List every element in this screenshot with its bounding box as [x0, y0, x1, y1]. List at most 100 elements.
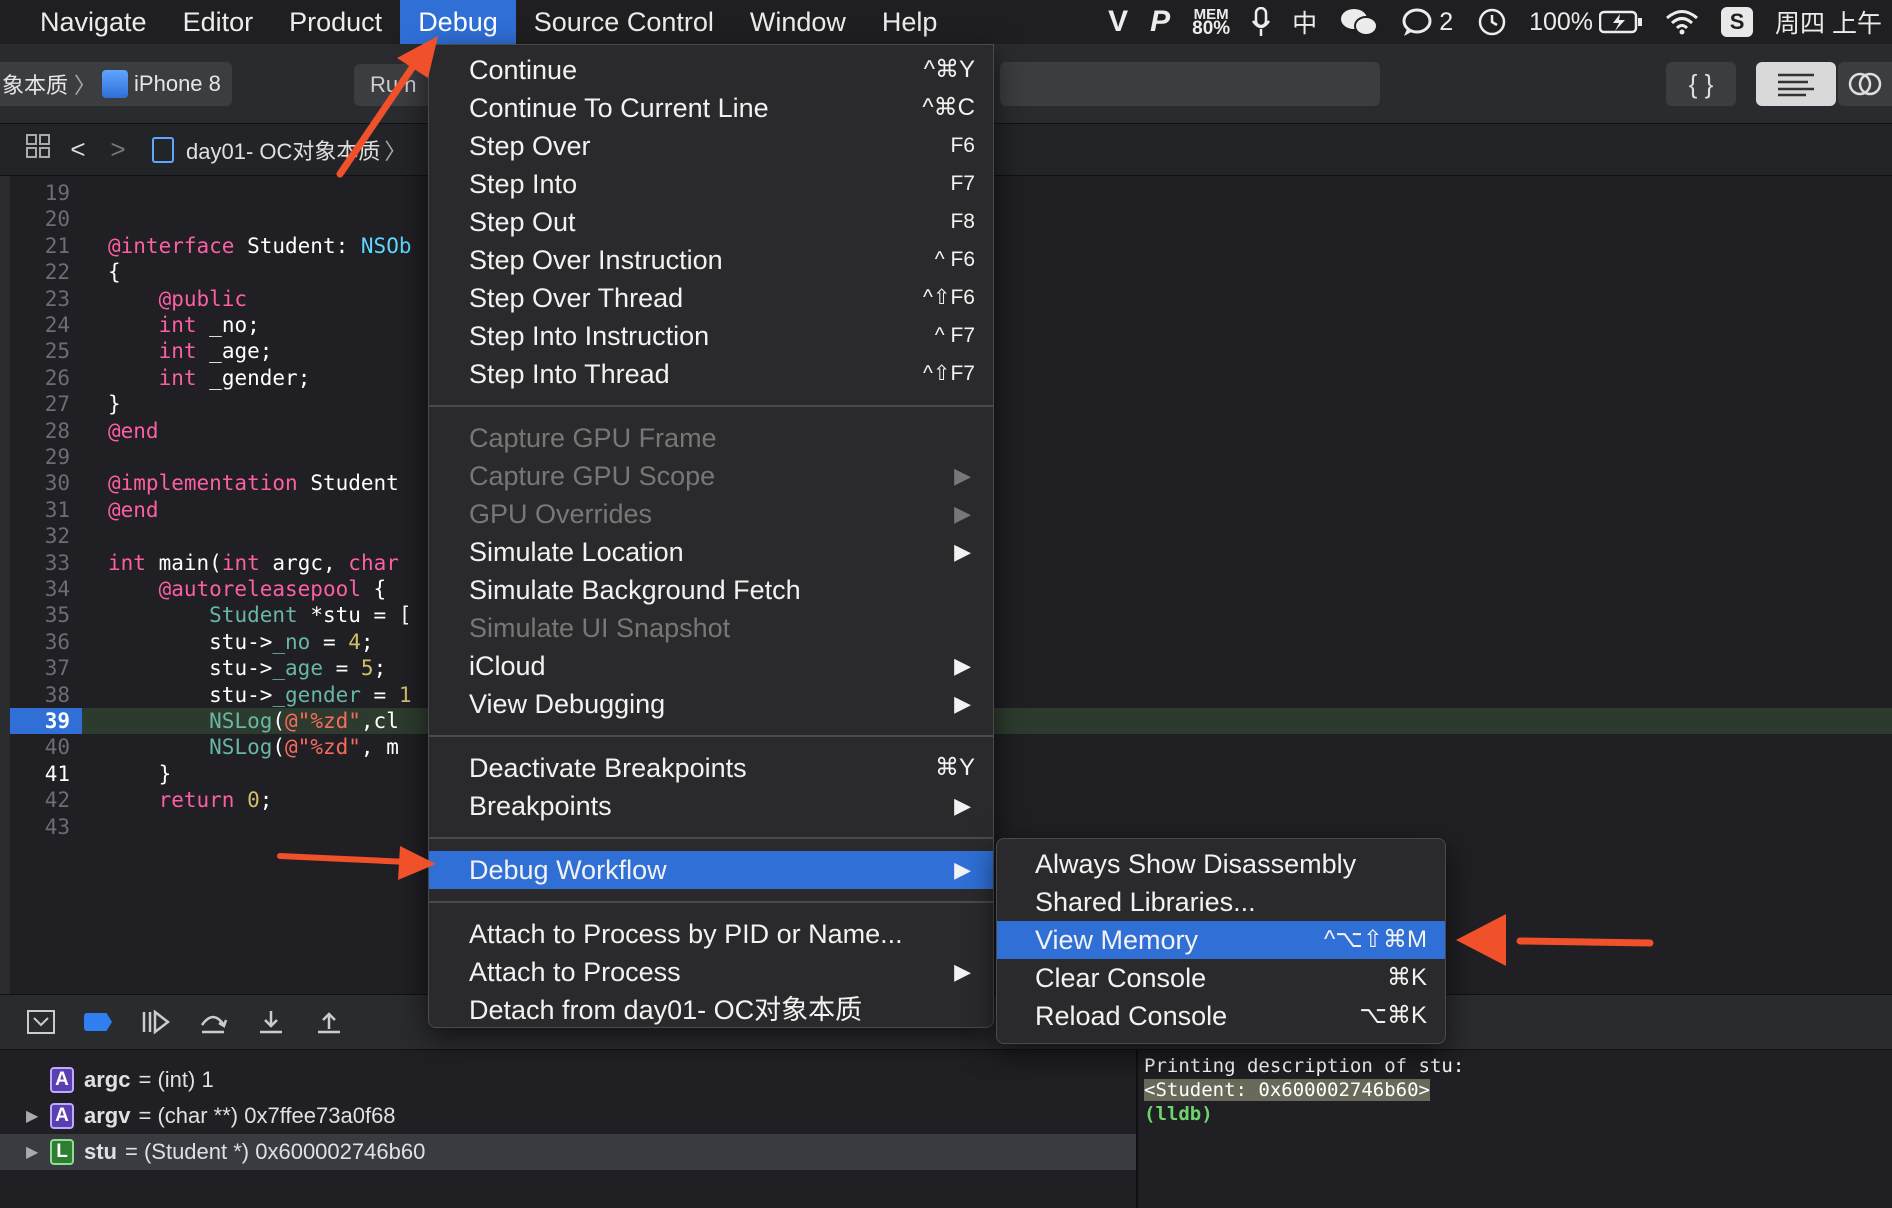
line-number[interactable]: 20 [10, 206, 82, 232]
menu-item-step-out[interactable]: Step Out F8 [429, 203, 993, 241]
menu-item-label: Step Over [469, 131, 591, 161]
line-number[interactable]: 23 [10, 286, 82, 312]
variable-row-argc[interactable]: A argc = (int) 1 [0, 1062, 1136, 1098]
menu-item-simulate-background-fetch[interactable]: Simulate Background Fetch [429, 571, 993, 609]
menu-item-continue[interactable]: Continue ^⌘Y [429, 51, 993, 89]
line-number[interactable]: 24 [10, 312, 82, 338]
input-method-indicator[interactable]: 中 [1292, 4, 1317, 40]
line-number[interactable]: 25 [10, 338, 82, 364]
continue-icon[interactable] [140, 1009, 170, 1035]
line-number[interactable]: 22 [10, 259, 82, 285]
line-number[interactable]: 29 [10, 444, 82, 470]
clock-date[interactable]: 周四 上午 [1775, 4, 1882, 40]
menu-product[interactable]: Product [271, 0, 400, 44]
menu-item-step-over[interactable]: Step Over F6 [429, 127, 993, 165]
menu-item-detach-from-day01-oc[interactable]: Detach from day01- OC对象本质 [429, 991, 993, 1029]
menu-item-step-into-thread[interactable]: Step Into Thread ^⇧F7 [429, 355, 993, 393]
chat-notification[interactable]: 2 [1401, 7, 1453, 37]
console-line: Printing description of stu: [1144, 1055, 1465, 1077]
menu-item-step-over-thread[interactable]: Step Over Thread ^⇧F6 [429, 279, 993, 317]
forward-arrow-icon[interactable]: > [98, 134, 138, 165]
related-items-grid-icon[interactable] [18, 133, 58, 166]
line-number[interactable]: 21 [10, 233, 82, 259]
menu-window[interactable]: Window [732, 0, 864, 44]
menu-item-label: Attach to Process [469, 957, 681, 987]
step-into-icon[interactable] [256, 1009, 286, 1035]
line-number[interactable]: 38 [10, 682, 82, 708]
line-number[interactable]: 31 [10, 497, 82, 523]
menu-item-view-memory[interactable]: View Memory ^⌥⇧⌘M [997, 921, 1445, 959]
variable-row-argv[interactable]: ▶ A argv = (char **) 0x7ffee73a0f68 [0, 1098, 1136, 1134]
hide-debug-area-icon[interactable] [26, 1009, 56, 1035]
menu-item-shortcut: ⌘Y [934, 754, 975, 781]
menu-item-step-over-instruction[interactable]: Step Over Instruction ^ F6 [429, 241, 993, 279]
step-out-icon[interactable] [314, 1009, 344, 1035]
line-number[interactable]: 27 [10, 391, 82, 417]
assistant-editor-button[interactable] [1838, 62, 1892, 106]
microphone-icon[interactable] [1252, 7, 1271, 37]
line-number[interactable]: 28 [10, 418, 82, 444]
variable-name: argc [84, 1067, 131, 1092]
menu-editor[interactable]: Editor [165, 0, 272, 44]
line-number[interactable]: 35 [10, 602, 82, 628]
disclosure-triangle-icon[interactable]: ▶ [26, 1142, 50, 1162]
menu-item-view-debugging[interactable]: View Debugging ▶ [429, 685, 993, 723]
memory-indicator[interactable]: MEM 80% [1192, 7, 1230, 38]
menu-source-control[interactable]: Source Control [516, 0, 732, 44]
line-number[interactable]: 43 [10, 814, 82, 840]
menu-item-deactivate-breakpoints[interactable]: Deactivate Breakpoints ⌘Y [429, 749, 993, 787]
argument-badge: A [50, 1067, 74, 1093]
line-number[interactable]: 19 [10, 180, 82, 206]
step-over-icon[interactable] [198, 1009, 228, 1035]
battery-status[interactable]: 100% [1529, 8, 1643, 37]
menu-item-attach-to-process-by-pid-or-name[interactable]: Attach to Process by PID or Name... [429, 915, 993, 953]
submenu-arrow-icon: ▶ [954, 793, 971, 818]
lldb-prompt: (lldb) [1144, 1103, 1213, 1125]
menu-item-breakpoints[interactable]: Breakpoints ▶ [429, 787, 993, 825]
v-logo-icon[interactable]: V [1108, 5, 1128, 39]
line-number[interactable]: 39 [10, 708, 82, 735]
line-number[interactable]: 26 [10, 365, 82, 391]
line-number[interactable]: 32 [10, 523, 82, 549]
scheme-selector[interactable]: 象本质 〉 iPhone 8 [0, 62, 232, 106]
line-number[interactable]: 42 [10, 787, 82, 813]
menu-item-attach-to-process[interactable]: Attach to Process ▶ [429, 953, 993, 991]
time-machine-icon[interactable] [1475, 7, 1507, 37]
breadcrumb-file[interactable]: day01- OC对象本质 [186, 134, 380, 166]
line-number[interactable]: 41 [10, 761, 82, 787]
disclosure-triangle-icon[interactable]: ▶ [26, 1106, 50, 1126]
menu-item-always-show-disassembly[interactable]: Always Show Disassembly [997, 845, 1445, 883]
menu-debug[interactable]: Debug [400, 0, 516, 44]
menu-item-label: Step Over Thread [469, 283, 684, 313]
p-app-icon[interactable]: P [1150, 5, 1170, 39]
wifi-icon[interactable] [1665, 9, 1699, 35]
back-arrow-icon[interactable]: < [58, 134, 98, 165]
wechat-icon[interactable] [1339, 7, 1379, 37]
menu-item-step-into[interactable]: Step Into F7 [429, 165, 993, 203]
menu-item-reload-console[interactable]: Reload Console ⌥⌘K [997, 997, 1445, 1035]
line-number[interactable]: 34 [10, 576, 82, 602]
menu-navigate[interactable]: Navigate [0, 0, 165, 44]
run-status-chip[interactable]: Ru n [354, 64, 434, 106]
variable-row-stu[interactable]: ▶ L stu = (Student *) 0x600002746b60 [0, 1134, 1136, 1170]
menu-item-simulate-location[interactable]: Simulate Location ▶ [429, 533, 993, 571]
menu-help[interactable]: Help [864, 0, 956, 44]
menu-item-continue-to-current-line[interactable]: Continue To Current Line ^⌘C [429, 89, 993, 127]
debug-console[interactable]: Printing description of stu: <Student: 0… [1140, 1050, 1892, 1208]
line-number[interactable]: 30 [10, 470, 82, 496]
menu-item-debug-workflow[interactable]: Debug Workflow ▶ [429, 851, 993, 889]
code-review-button[interactable]: { } [1666, 62, 1736, 106]
line-number[interactable]: 40 [10, 734, 82, 760]
menu-item-step-into-instruction[interactable]: Step Into Instruction ^ F7 [429, 317, 993, 355]
line-number[interactable]: 37 [10, 655, 82, 681]
menu-item-icloud[interactable]: iCloud ▶ [429, 647, 993, 685]
breakpoints-toggle-icon[interactable] [84, 1013, 112, 1031]
line-number[interactable]: 33 [10, 550, 82, 576]
submenu-arrow-icon: ▶ [954, 857, 971, 882]
line-number[interactable]: 36 [10, 629, 82, 655]
menu-item-clear-console[interactable]: Clear Console ⌘K [997, 959, 1445, 997]
sogou-input-icon[interactable]: S [1721, 7, 1754, 37]
standard-editor-button[interactable] [1756, 62, 1836, 106]
menu-item-shared-libraries[interactable]: Shared Libraries... [997, 883, 1445, 921]
linked-circles-icon [1848, 72, 1882, 96]
